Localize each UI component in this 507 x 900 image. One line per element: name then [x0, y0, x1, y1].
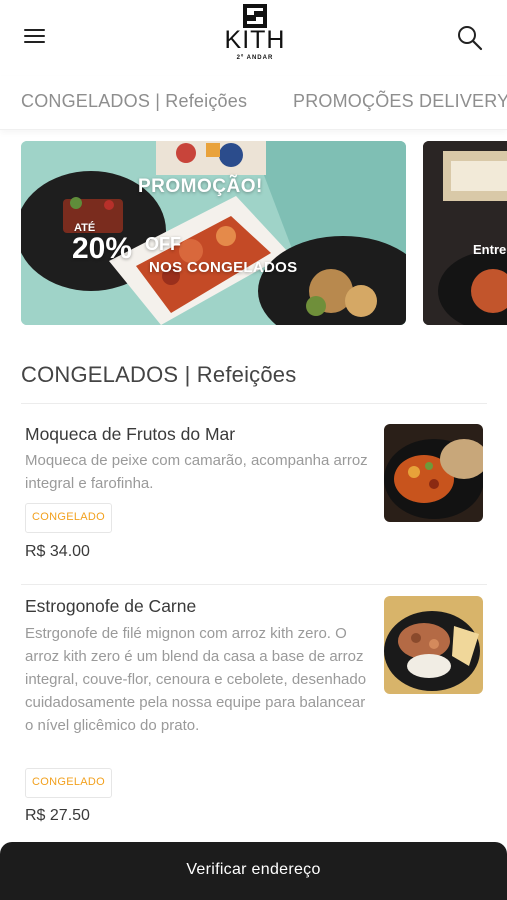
congelado-badge: CONGELADO	[25, 503, 112, 533]
category-tabs: CONGELADOS | Refeições PROMOÇÕES DELIVER…	[0, 76, 507, 130]
section-title: CONGELADOS | Refeições	[21, 362, 297, 387]
item-price: R$ 27.50	[25, 807, 90, 824]
item-name: Estrogonofe de Carne	[25, 596, 197, 616]
brand-logo[interactable]: KITH 2º ANDAR	[215, 4, 295, 70]
app-header: KITH 2º ANDAR	[0, 0, 507, 76]
congelado-badge: CONGELADO	[25, 768, 112, 798]
item-price: R$ 34.00	[25, 543, 90, 560]
search-icon[interactable]	[456, 24, 484, 52]
promo-percent: 20%	[72, 232, 133, 265]
tab-congelados[interactable]: CONGELADOS | Refeições	[21, 91, 247, 112]
menu-item-estrogonofe[interactable]: Estrogonofe de Carne Estrgonofe de filé …	[0, 585, 507, 840]
item-description: Estrgonofe de filé mignon com arroz kith…	[25, 625, 367, 734]
menu-item-moqueca[interactable]: Moqueca de Frutos do Mar Moqueca de peix…	[0, 404, 507, 584]
promo-secondary-text: Entre	[473, 242, 507, 257]
item-name: Moqueca de Frutos do Mar	[25, 424, 236, 444]
logo-mark-icon	[243, 4, 267, 28]
tab-promocoes-delivery[interactable]: PROMOÇÕES DELIVERY	[293, 91, 507, 112]
verify-address-label: Verificar endereço	[186, 861, 321, 878]
brand-name: KITH	[224, 26, 286, 54]
item-description: Moqueca de peixe com camarão, acompanha …	[25, 452, 368, 492]
hamburger-menu-icon[interactable]	[22, 26, 48, 48]
banner-secondary-illustration	[423, 141, 507, 325]
promo-banner-congelados[interactable]: PROMOÇÃO! ATÉ 20% OFF NOS CONGELADOS	[21, 141, 406, 325]
brand-subtitle: 2º ANDAR	[236, 55, 274, 61]
verify-address-button[interactable]: Verificar endereço	[0, 842, 507, 900]
promo-banner-secondary[interactable]: Entre	[423, 141, 507, 325]
promo-off: OFF	[145, 234, 181, 254]
item-thumbnail	[384, 424, 483, 522]
promo-title: PROMOÇÃO!	[138, 176, 263, 197]
item-thumbnail	[384, 596, 483, 694]
promo-subtitle: NOS CONGELADOS	[149, 259, 298, 276]
